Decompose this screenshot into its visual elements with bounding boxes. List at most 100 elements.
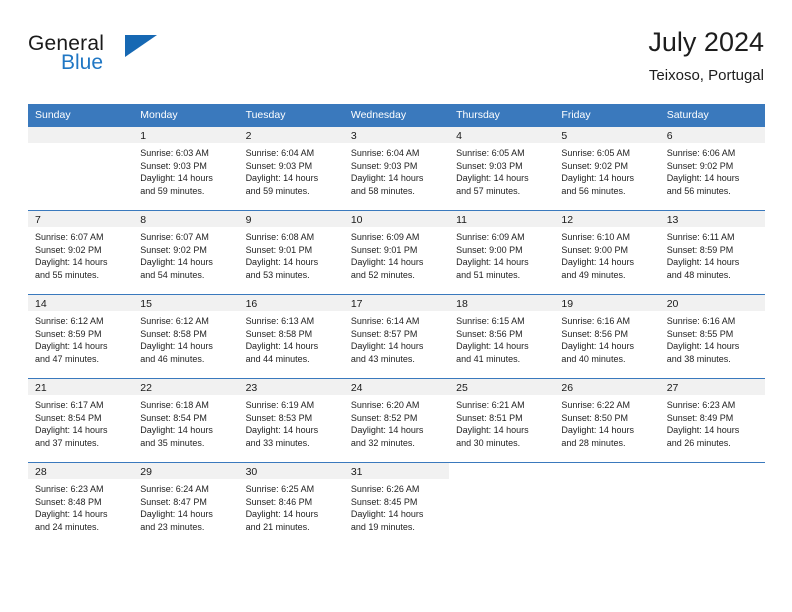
calendar-day-cell[interactable]: 8 Sunrise: 6:07 AM Sunset: 9:02 PM Daylight… bbox=[133, 210, 239, 295]
calendar-day-cell[interactable]: 28 Sunrise: 6:23 AM Sunset: 8:48 PM Dayligh… bbox=[28, 462, 134, 546]
day-detail-line: Sunrise: 6:14 AM bbox=[350, 316, 420, 326]
calendar-day-cell[interactable]: 18 Sunrise: 6:15 AM Sunset: 8:56 PM Dayligh… bbox=[449, 294, 555, 379]
day-detail-line: and 47 minutes. bbox=[35, 353, 100, 364]
calendar-day-cell[interactable]: 19 Sunrise: 6:16 AM Sunset: 8:56 PM Dayligh… bbox=[554, 294, 660, 379]
weekday-header-wednesday: Wednesday bbox=[343, 104, 450, 127]
page-subtitle: Teixoso, Portugal bbox=[648, 67, 764, 84]
day-detail-line: Sunrise: 6:26 AM bbox=[350, 484, 420, 494]
day-details: Sunrise: 6:04 AM Sunset: 9:03 PM Daylight:… bbox=[344, 143, 449, 197]
calendar-empty-cell bbox=[554, 462, 660, 546]
day-detail-line: Daylight: 14 hours bbox=[350, 425, 424, 436]
day-detail-line: Daylight: 14 hours bbox=[245, 173, 319, 184]
day-details: Sunrise: 6:19 AM Sunset: 8:53 PM Daylight:… bbox=[239, 395, 344, 449]
day-detail-line: Sunrise: 6:04 AM bbox=[245, 148, 315, 158]
day-detail-line: and 26 minutes. bbox=[666, 437, 731, 448]
day-details: Sunrise: 6:11 AM Sunset: 8:59 PM Daylight:… bbox=[660, 227, 765, 281]
day-number: 29 bbox=[133, 463, 239, 479]
calendar-day-cell[interactable]: 3 Sunrise: 6:04 AM Sunset: 9:03 PM Daylight… bbox=[343, 126, 450, 211]
calendar-day-cell[interactable]: 6 Sunrise: 6:06 AM Sunset: 9:02 PM Daylight… bbox=[659, 126, 765, 211]
day-detail-line: Sunrise: 6:16 AM bbox=[666, 316, 736, 326]
day-detail-line: Daylight: 14 hours bbox=[140, 341, 213, 352]
day-details: Sunrise: 6:26 AM Sunset: 8:45 PM Daylight:… bbox=[344, 479, 449, 533]
day-detail-line: Daylight: 14 hours bbox=[561, 257, 634, 268]
day-details: Sunrise: 6:13 AM Sunset: 8:58 PM Daylight:… bbox=[239, 311, 344, 365]
calendar-day-cell[interactable]: 9 Sunrise: 6:08 AM Sunset: 9:01 PM Daylight… bbox=[238, 210, 344, 295]
day-number: 31 bbox=[343, 463, 450, 479]
calendar-day-cell[interactable]: 14 Sunrise: 6:12 AM Sunset: 8:59 PM Dayligh… bbox=[28, 294, 134, 379]
day-details: Sunrise: 6:05 AM Sunset: 9:02 PM Daylight:… bbox=[554, 143, 659, 197]
calendar-day-cell[interactable]: 21 Sunrise: 6:17 AM Sunset: 8:54 PM Dayligh… bbox=[28, 378, 134, 463]
calendar-day-cell[interactable]: 12 Sunrise: 6:10 AM Sunset: 9:00 PM Dayligh… bbox=[554, 210, 660, 295]
day-detail-line: Daylight: 14 hours bbox=[350, 341, 424, 352]
day-detail-line: Sunrise: 6:12 AM bbox=[35, 316, 104, 326]
calendar-day-cell[interactable]: 23 Sunrise: 6:19 AM Sunset: 8:53 PM Dayligh… bbox=[238, 378, 344, 463]
day-detail-line: Sunrise: 6:09 AM bbox=[350, 232, 420, 242]
day-details: Sunrise: 6:15 AM Sunset: 8:56 PM Daylight:… bbox=[449, 311, 554, 365]
general-blue-logo: General Blue bbox=[28, 32, 228, 92]
day-detail-line: Sunrise: 6:05 AM bbox=[561, 148, 630, 158]
calendar-day-cell[interactable]: 11 Sunrise: 6:09 AM Sunset: 9:00 PM Dayligh… bbox=[449, 210, 555, 295]
day-detail-line: Sunset: 9:00 PM bbox=[561, 244, 628, 255]
day-detail-line: Sunset: 8:47 PM bbox=[140, 496, 207, 507]
calendar-day-cell[interactable]: 31 Sunrise: 6:26 AM Sunset: 8:45 PM Dayligh… bbox=[343, 462, 450, 546]
calendar-day-cell[interactable]: 1 Sunrise: 6:03 AM Sunset: 9:03 PM Daylight… bbox=[133, 126, 239, 211]
day-detail-line: Sunset: 8:56 PM bbox=[456, 328, 523, 339]
calendar-day-cell[interactable]: 7 Sunrise: 6:07 AM Sunset: 9:02 PM Daylight… bbox=[28, 210, 134, 295]
day-detail-line: Sunset: 8:53 PM bbox=[245, 412, 313, 423]
calendar-day-cell[interactable]: 25 Sunrise: 6:21 AM Sunset: 8:51 PM Dayligh… bbox=[449, 378, 555, 463]
day-detail-line: Sunrise: 6:06 AM bbox=[666, 148, 736, 158]
calendar-day-cell[interactable]: 17 Sunrise: 6:14 AM Sunset: 8:57 PM Dayligh… bbox=[343, 294, 450, 379]
day-details: Sunrise: 6:05 AM Sunset: 9:03 PM Daylight:… bbox=[449, 143, 554, 197]
day-detail-line: Sunrise: 6:12 AM bbox=[140, 316, 209, 326]
calendar-day-cell[interactable]: 13 Sunrise: 6:11 AM Sunset: 8:59 PM Dayligh… bbox=[659, 210, 765, 295]
calendar-day-cell[interactable]: 27 Sunrise: 6:23 AM Sunset: 8:49 PM Dayligh… bbox=[659, 378, 765, 463]
calendar-day-cell[interactable]: 4 Sunrise: 6:05 AM Sunset: 9:03 PM Daylight… bbox=[449, 126, 555, 211]
day-detail-line: Sunrise: 6:15 AM bbox=[456, 316, 525, 326]
calendar-day-cell[interactable]: 15 Sunrise: 6:12 AM Sunset: 8:58 PM Dayligh… bbox=[133, 294, 239, 379]
calendar-day-cell[interactable]: 26 Sunrise: 6:22 AM Sunset: 8:50 PM Dayligh… bbox=[554, 378, 660, 463]
day-detail-line: Daylight: 14 hours bbox=[245, 341, 319, 352]
day-number: 14 bbox=[28, 295, 134, 311]
day-detail-line: Daylight: 14 hours bbox=[350, 173, 424, 184]
day-number: 13 bbox=[659, 211, 765, 227]
calendar-day-cell[interactable]: 22 Sunrise: 6:18 AM Sunset: 8:54 PM Dayligh… bbox=[133, 378, 239, 463]
day-detail-line: Daylight: 14 hours bbox=[350, 257, 424, 268]
day-detail-line: Sunset: 9:02 PM bbox=[666, 160, 734, 171]
calendar-day-cell[interactable]: 16 Sunrise: 6:13 AM Sunset: 8:58 PM Dayligh… bbox=[238, 294, 344, 379]
calendar-day-cell[interactable]: 10 Sunrise: 6:09 AM Sunset: 9:01 PM Dayligh… bbox=[343, 210, 450, 295]
calendar-day-cell[interactable]: 29 Sunrise: 6:24 AM Sunset: 8:47 PM Dayligh… bbox=[133, 462, 239, 546]
calendar-empty-cell bbox=[449, 462, 555, 546]
day-number: 9 bbox=[238, 211, 344, 227]
calendar-day-cell[interactable]: 20 Sunrise: 6:16 AM Sunset: 8:55 PM Dayligh… bbox=[659, 294, 765, 379]
day-detail-line: Sunrise: 6:13 AM bbox=[245, 316, 315, 326]
day-number: 2 bbox=[238, 127, 344, 143]
day-number: 26 bbox=[554, 379, 660, 395]
day-detail-line: Daylight: 14 hours bbox=[456, 257, 529, 268]
day-detail-line: Sunrise: 6:07 AM bbox=[140, 232, 209, 242]
calendar-empty-cell bbox=[28, 126, 134, 211]
day-detail-line: Daylight: 14 hours bbox=[456, 425, 529, 436]
day-number: 3 bbox=[343, 127, 450, 143]
calendar-day-cell[interactable]: 30 Sunrise: 6:25 AM Sunset: 8:46 PM Dayligh… bbox=[238, 462, 344, 546]
calendar-day-cell[interactable]: 24 Sunrise: 6:20 AM Sunset: 8:52 PM Dayligh… bbox=[343, 378, 450, 463]
day-number: 15 bbox=[133, 295, 239, 311]
day-detail-line: and 37 minutes. bbox=[35, 437, 100, 448]
day-detail-line: and 51 minutes. bbox=[456, 269, 521, 280]
day-detail-line: Sunset: 8:58 PM bbox=[245, 328, 313, 339]
day-detail-line: Sunset: 8:58 PM bbox=[140, 328, 207, 339]
calendar-grid: Sunday Monday Tuesday Wednesday Thursday Frid… bbox=[28, 104, 765, 546]
page-title: July 2024 bbox=[648, 27, 764, 57]
day-detail-line: Daylight: 14 hours bbox=[666, 173, 740, 184]
day-detail-line: Sunset: 9:03 PM bbox=[350, 160, 418, 171]
day-details: Sunrise: 6:07 AM Sunset: 9:02 PM Daylight:… bbox=[28, 227, 133, 281]
day-details: Sunrise: 6:24 AM Sunset: 8:47 PM Daylight:… bbox=[133, 479, 238, 533]
day-number bbox=[449, 463, 555, 479]
day-detail-line: and 32 minutes. bbox=[350, 437, 415, 448]
day-detail-line: and 48 minutes. bbox=[666, 269, 731, 280]
day-detail-line: Daylight: 14 hours bbox=[35, 257, 108, 268]
calendar-day-cell[interactable]: 2 Sunrise: 6:04 AM Sunset: 9:03 PM Daylight… bbox=[238, 126, 344, 211]
calendar-day-cell[interactable]: 5 Sunrise: 6:05 AM Sunset: 9:02 PM Daylight… bbox=[554, 126, 660, 211]
day-detail-line: Daylight: 14 hours bbox=[666, 425, 740, 436]
day-detail-line: and 38 minutes. bbox=[666, 353, 731, 364]
day-detail-line: Sunrise: 6:07 AM bbox=[35, 232, 104, 242]
